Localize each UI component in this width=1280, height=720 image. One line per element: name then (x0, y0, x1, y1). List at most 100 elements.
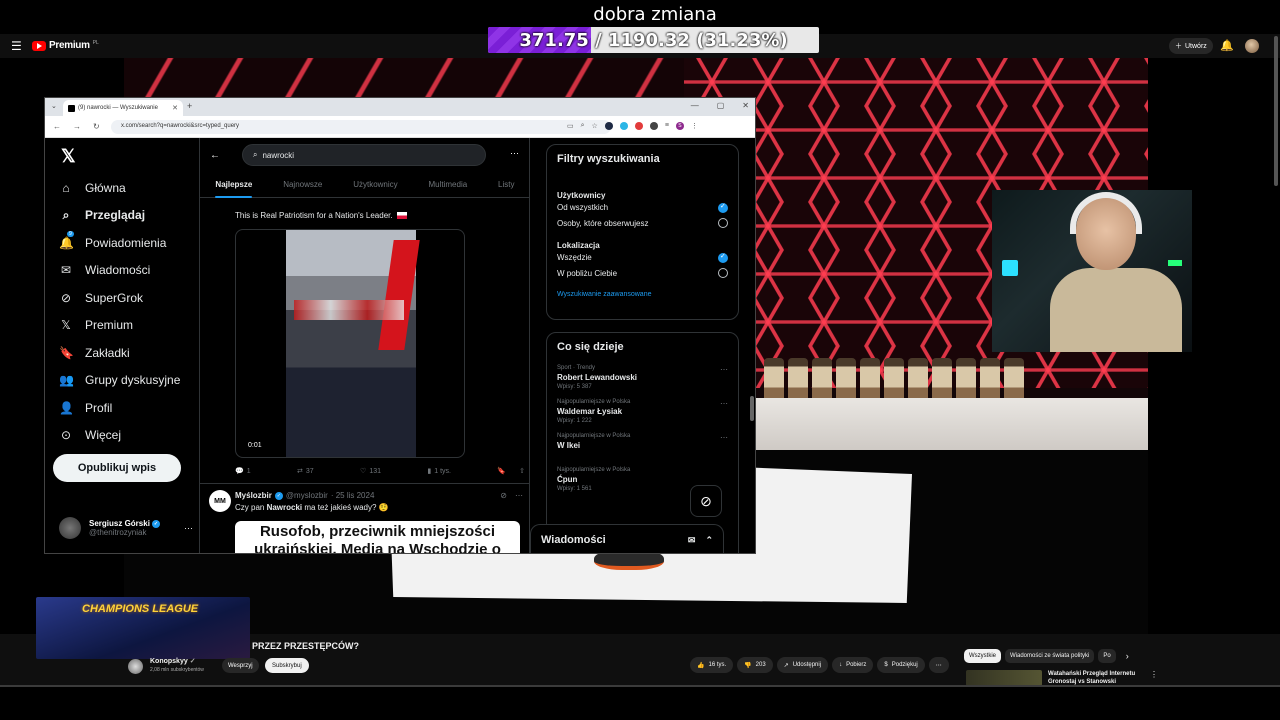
chip[interactable]: Wszystkie (964, 649, 1001, 663)
chip[interactable]: Wiadomości ze świata polityki (1005, 649, 1095, 663)
thanks-button[interactable]: $ Podziękuj (877, 657, 925, 673)
back-arrow-icon[interactable]: ← (210, 150, 220, 161)
more-icon[interactable]: ⋯ (720, 399, 728, 408)
messages-drawer[interactable]: Wiadomości ✉ ⌃ (530, 524, 724, 553)
tab-3[interactable]: Multimedia (429, 180, 468, 189)
nav-item-messages[interactable]: ✉ Wiadomości (59, 257, 180, 285)
thumbs-up-button[interactable]: 👍 16 tys. (690, 657, 734, 673)
back-icon[interactable]: ← (53, 122, 61, 131)
like-button[interactable]: ♡ 131 (360, 467, 381, 476)
search-input[interactable]: ⌕ nawrocki (242, 144, 486, 166)
trend-item[interactable]: Sport · Trendy Robert Lewandowski Wpisy: 5… (547, 361, 738, 395)
radio-button[interactable] (718, 218, 728, 229)
nav-item-premium[interactable]: 𝕏 Premium (59, 312, 180, 340)
x-scrollbar[interactable] (750, 396, 754, 421)
notifications-bell-icon[interactable]: 🔔 (1220, 39, 1234, 52)
share-button[interactable]: ↗ Udostępnij (776, 657, 829, 673)
tab-2[interactable]: Użytkownicy (353, 180, 397, 189)
more-icon[interactable]: ⋮ (1150, 670, 1158, 686)
page-scrollbar[interactable] (1274, 36, 1278, 186)
channel-avatar[interactable] (128, 659, 143, 674)
more-icon[interactable]: ⋯ (720, 365, 728, 374)
new-tab-icon[interactable]: + (187, 101, 192, 111)
more-button[interactable]: ⋯ (928, 657, 949, 673)
maximize-icon[interactable]: ▢ (717, 101, 725, 110)
new-message-icon[interactable]: ✉ (688, 535, 696, 546)
post-button[interactable]: Opublikuj wpis (53, 454, 181, 482)
nav-item-explore[interactable]: ⌕ Przeglądaj (59, 202, 180, 230)
reload-icon[interactable]: ↻ (93, 122, 100, 131)
radio-button[interactable] (718, 202, 728, 213)
tweet-author-handle[interactable]: @myslozbir (286, 491, 328, 500)
nav-item-notifications[interactable]: 🔔 9 Powiadomienia (59, 229, 180, 257)
search-options-icon[interactable]: ⋯ (510, 148, 519, 159)
browser-tab[interactable]: (9) nawrocki — Wyszukiwanie ✕ (63, 100, 183, 116)
tab-list-icon[interactable]: ⌄ (51, 102, 57, 110)
account-avatar[interactable] (1245, 39, 1259, 53)
youtube-logo[interactable]: Premium PL (32, 40, 99, 51)
nav-item-more[interactable]: ⊙ Więcej (59, 422, 180, 450)
filter-option[interactable]: Osoby, które obserwujesz (547, 216, 738, 232)
extension-2-icon[interactable] (619, 122, 628, 130)
nav-item-bookmarks[interactable]: 🔖 Zakładki (59, 339, 180, 367)
more-icon[interactable]: ⋯ (720, 433, 728, 442)
profile-badge[interactable]: S (675, 122, 684, 130)
thumbs-down-button[interactable]: 👎 203 (737, 657, 773, 673)
radio-button[interactable] (718, 252, 728, 263)
expand-icon[interactable]: ⌃ (705, 535, 713, 546)
forward-icon[interactable]: → (73, 122, 81, 131)
extension-1-icon[interactable] (604, 122, 613, 130)
tweet-author-name[interactable]: Myślozbir (235, 491, 272, 500)
tab-0[interactable]: Najlepsze (215, 180, 252, 198)
trend-item[interactable]: Najpopularniejsze w Polska W Ikei ⋯ (547, 429, 738, 463)
filter-option[interactable]: Od wszystkich (547, 200, 738, 216)
channel-name-row[interactable]: Konopskyy ✓ (150, 657, 196, 666)
more-icon[interactable]: ⋯ (515, 491, 523, 500)
trend-item[interactable]: Najpopularniejsze w Polska Waldemar Łysia… (547, 395, 738, 429)
grok-button-icon[interactable]: ⊘ (690, 485, 722, 517)
nav-item-profile[interactable]: 👤 Profil (59, 394, 180, 422)
menu-icon[interactable]: ☰ (11, 39, 22, 53)
close-window-icon[interactable]: ✕ (742, 101, 749, 110)
chevron-right-icon[interactable]: › (1126, 651, 1129, 661)
nav-item-home[interactable]: ⌂ Główna (59, 174, 180, 202)
nav-item-grok[interactable]: ⊘ SuperGrok (59, 284, 180, 312)
tweet-image[interactable]: Rusofob, przeciwnik mniejszości ukraińsk… (235, 521, 520, 553)
media-icon[interactable]: ≡ (665, 122, 669, 130)
recommended-video[interactable]: Watahański Przegląd Internetu Gronostaj … (966, 670, 1158, 686)
advanced-search-link[interactable]: Wyszukiwanie zaawansowane (547, 281, 738, 306)
close-tab-icon[interactable]: ✕ (172, 104, 178, 112)
subscribe-button[interactable]: Subskrybuj (265, 658, 309, 673)
zoom-icon[interactable]: ⌕ (581, 122, 585, 130)
more-icon[interactable]: ⋯ (184, 523, 193, 534)
download-button[interactable]: ↓ Pobierz (832, 657, 874, 673)
chip[interactable]: Po (1098, 649, 1116, 663)
extensions-puzzle-icon[interactable] (649, 122, 658, 130)
reply-button[interactable]: 💬 1 (235, 467, 251, 476)
bookmark-star-icon[interactable]: ☆ (592, 122, 598, 130)
repost-button[interactable]: ⇄ 37 (297, 467, 314, 476)
share-icon[interactable]: ⇧ (519, 467, 525, 475)
create-button[interactable]: ＋ Utwórz (1169, 38, 1213, 54)
extension-3-icon[interactable] (634, 122, 643, 130)
radio-button[interactable] (718, 268, 728, 279)
account-switcher[interactable]: Sergiusz Górski ✓ @thenitrozyniak ⋯ (59, 517, 193, 539)
install-icon[interactable]: ▭ (567, 122, 574, 130)
support-button[interactable]: Wesprzyj (222, 658, 259, 673)
tweet-date[interactable]: · 25 lis 2024 (331, 491, 375, 500)
tab-1[interactable]: Najnowsze (283, 180, 322, 189)
video-progress-bar[interactable] (0, 685, 1280, 687)
address-bar[interactable]: x.com/search?q=nawrocki&src=typed_query (111, 120, 611, 134)
grok-icon[interactable]: ⊘ (500, 491, 507, 500)
filter-option[interactable]: Wszędzie (547, 250, 738, 266)
x-logo-icon[interactable]: 𝕏 (61, 146, 76, 167)
tweet-avatar[interactable]: MM (209, 490, 231, 512)
bookmark-button[interactable]: 🔖 ⇧ (497, 467, 525, 475)
tweet-video[interactable]: 0:01 (235, 229, 465, 458)
minimize-icon[interactable]: — (691, 101, 699, 110)
views-button[interactable]: ▮ 1 tys. (427, 467, 451, 476)
filter-option[interactable]: W pobliżu Ciebie (547, 266, 738, 282)
tab-4[interactable]: Listy (498, 180, 514, 189)
browser-menu-icon[interactable]: ⋮ (691, 122, 698, 130)
nav-item-communities[interactable]: 👥 Grupy dyskusyjne (59, 367, 180, 395)
